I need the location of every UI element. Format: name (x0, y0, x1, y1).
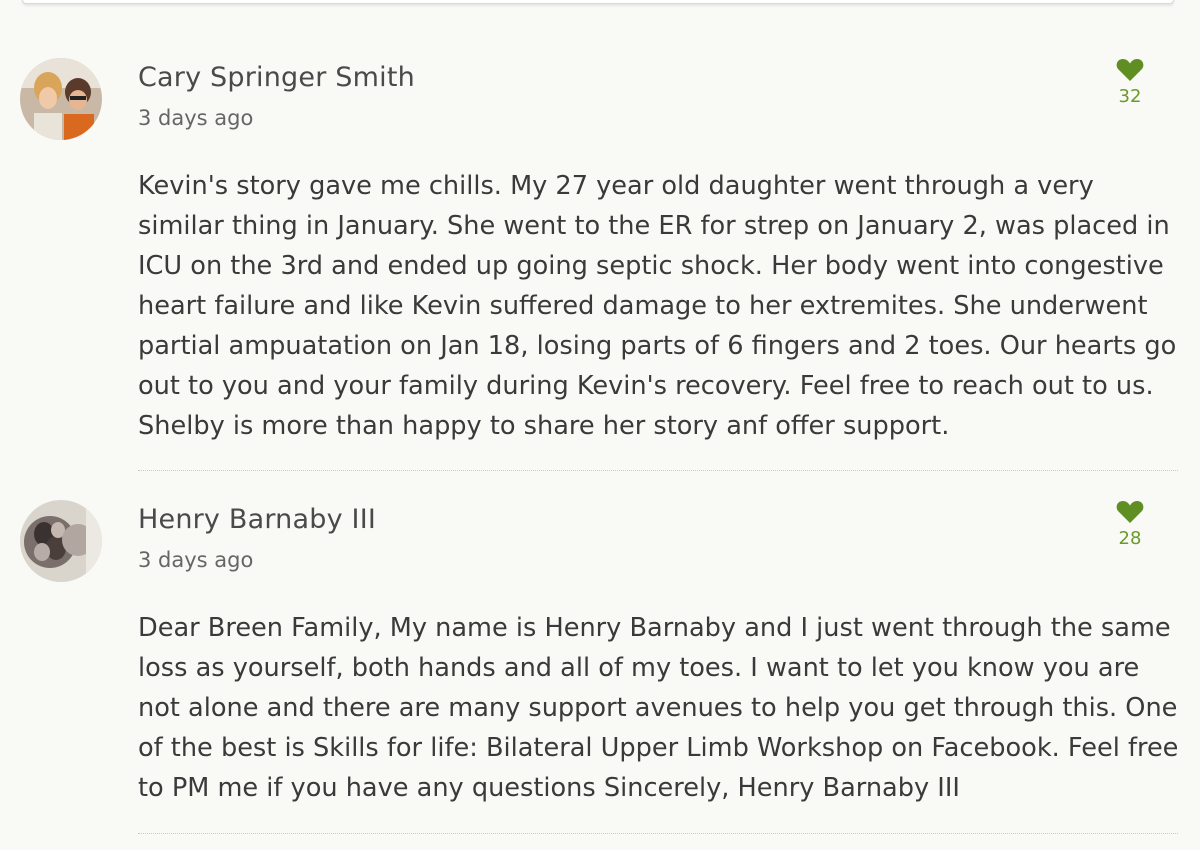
comment-timestamp: 3 days ago (138, 106, 254, 130)
comment-body: Dear Breen Family, My name is Henry Barn… (138, 613, 1179, 803)
comment-author[interactable]: Henry Barnaby III (138, 504, 376, 535)
avatar[interactable] (20, 500, 102, 582)
like-button[interactable]: 32 (1112, 58, 1148, 107)
avatar-photo (20, 500, 102, 582)
avatar[interactable] (20, 58, 102, 140)
like-button[interactable]: 28 (1112, 500, 1148, 549)
heart-icon (1116, 500, 1144, 523)
comment-body: Kevin's story gave me chills. My 27 year… (138, 171, 1177, 441)
comment-divider (138, 833, 1178, 834)
previous-panel-edge (22, 0, 1174, 4)
comment-divider (138, 470, 1178, 471)
comment-author[interactable]: Cary Springer Smith (138, 62, 415, 93)
comment-timestamp: 3 days ago (138, 548, 254, 572)
avatar-photo (20, 58, 102, 140)
like-count: 32 (1118, 86, 1142, 107)
like-count: 28 (1118, 528, 1142, 549)
heart-icon (1116, 58, 1144, 81)
